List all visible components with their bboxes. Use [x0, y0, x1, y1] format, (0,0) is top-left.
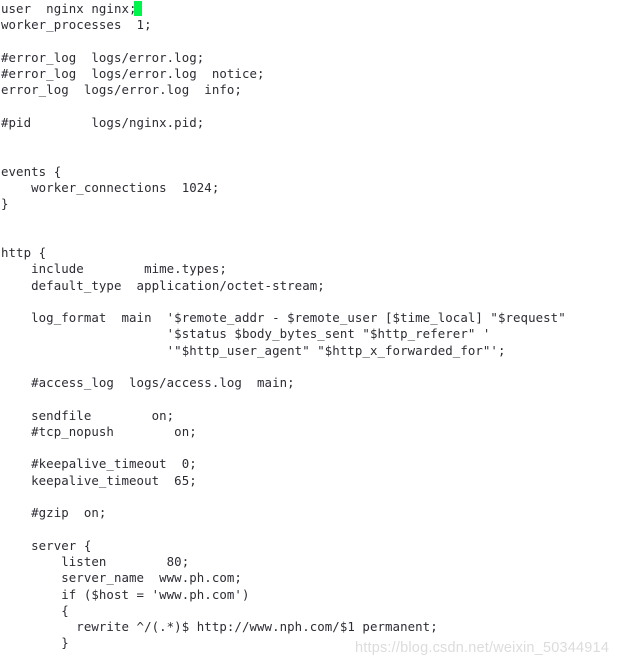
code-line: error_log logs/error.log info;: [1, 82, 242, 98]
nginx-config-text[interactable]: user nginx nginx; worker_processes 1; #err…: [1, 1, 633, 652]
code-line: server_name www.ph.com;: [1, 570, 242, 586]
code-line: listen 80;: [1, 554, 190, 570]
code-line: '$status $body_bytes_sent "$http_referer…: [1, 326, 491, 342]
code-line: worker_connections 1024;: [1, 179, 220, 195]
code-line: '"$http_user_agent" "$http_x_forwarded_f…: [1, 342, 506, 358]
code-line: keepalive_timeout 65;: [1, 472, 197, 488]
code-line: #tcp_nopush on;: [1, 423, 197, 439]
code-line: sendfile on;: [1, 407, 175, 423]
code-line: default_type application/octet-stream;: [1, 277, 325, 293]
text-cursor: [134, 1, 142, 16]
code-line: include mime.types;: [1, 261, 227, 277]
code-line: rewrite ^/(.*)$ http://www.nph.com/$1 pe…: [1, 619, 438, 635]
code-line: #error_log logs/error.log;: [1, 49, 205, 65]
code-line: if ($host = 'www.ph.com'): [1, 586, 250, 602]
code-line: http {: [1, 244, 47, 260]
code-line: {: [1, 602, 69, 618]
code-line: events {: [1, 163, 62, 179]
code-line: user nginx nginx;: [1, 1, 137, 16]
code-line: server {: [1, 537, 92, 553]
code-line: #access_log logs/access.log main;: [1, 375, 295, 391]
code-line: #error_log logs/error.log notice;: [1, 66, 265, 82]
code-line: #keepalive_timeout 0;: [1, 456, 197, 472]
code-line: }: [1, 196, 9, 212]
code-line: #pid logs/nginx.pid;: [1, 114, 205, 130]
code-editor-pane[interactable]: user nginx nginx; worker_processes 1; #err…: [0, 0, 633, 666]
code-line: worker_processes 1;: [1, 17, 152, 33]
code-line: }: [1, 635, 69, 651]
code-line: log_format main '$remote_addr - $remote_…: [1, 310, 566, 326]
code-line: #gzip on;: [1, 505, 107, 521]
